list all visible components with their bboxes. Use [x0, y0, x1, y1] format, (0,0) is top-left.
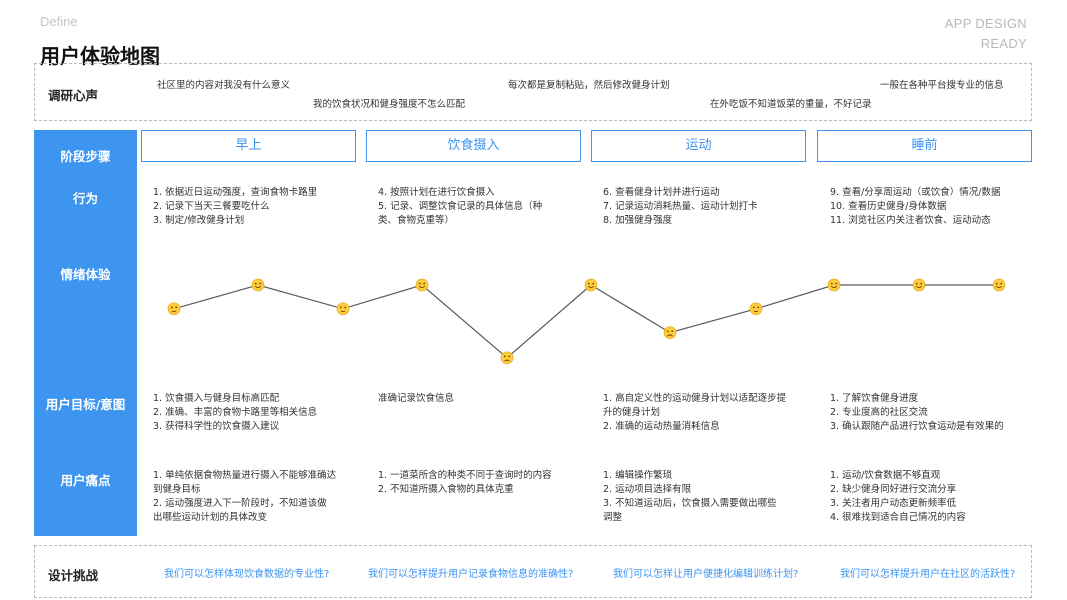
list-item: 11. 浏览社区内关注者饮食、运动动态 — [830, 215, 991, 226]
research-voice-box — [34, 63, 1032, 121]
list-item: 1. 饮食摄入与健身目标高匹配 — [153, 393, 280, 404]
list-item: 1. 运动/饮食数据不够直观 — [830, 470, 941, 481]
behavior-list-sleep: 9. 查看/分享周运动（或饮食）情况/数据 10. 查看历史健身/身体数据 11… — [830, 186, 1001, 228]
list-item: 3. 不知道运动后，饮食摄入需要做出哪些 — [603, 498, 777, 509]
voice-quote: 在外吃饭不知道饭菜的重量，不好记录 — [710, 99, 872, 110]
pain-list-diet: 1. 一道菜所含的种类不同于查询时的内容 2. 不知道所摄入食物的具体克重 — [378, 469, 552, 497]
list-item: 类、食物克重等） — [378, 215, 455, 226]
neutral-face-icon — [336, 302, 350, 316]
list-item: 5. 记录、调整饮食记录的具体信息（种 — [378, 201, 543, 212]
list-item: 2. 不知道所摄入食物的具体克重 — [378, 484, 514, 495]
behavior-list-morning: 1. 依据近日运动强度，查询食物卡路里 2. 记录下当天三餐要吃什么 3. 制定… — [153, 186, 317, 228]
stage-diet-intake: 饮食摄入 — [366, 130, 581, 162]
row-label-behavior: 行为 — [72, 191, 98, 206]
goal-list-sleep: 1. 了解饮食健身进度 2. 专业度高的社区交流 3. 确认跟随产品进行饮食运动… — [830, 392, 1004, 434]
list-item: 到健身目标 — [153, 484, 201, 495]
list-item: 1. 了解饮食健身进度 — [830, 393, 919, 404]
list-item: 9. 查看/分享周运动（或饮食）情况/数据 — [830, 187, 1001, 198]
list-item: 1. 一道菜所含的种类不同于查询时的内容 — [378, 470, 552, 481]
row-label-sidebar: 阶段步骤 行为 情绪体验 用户目标/意图 用户痛点 — [34, 130, 137, 536]
behavior-list-exercise: 6. 查看健身计划并进行运动 7. 记录运动消耗热量、运动计划打卡 8. 加强健… — [603, 186, 758, 228]
list-item: 出哪些运动计划的具体改变 — [153, 512, 268, 523]
row-label-emotion: 情绪体验 — [60, 267, 111, 282]
voice-quote: 每次都是复制粘贴，然后修改健身计划 — [508, 80, 670, 91]
row-label-goal: 用户目标/意图 — [45, 397, 126, 412]
happy-face-icon — [992, 278, 1006, 292]
challenge-question: 我们可以怎样让用户便捷化编辑训练计划? — [613, 569, 799, 580]
challenge-question: 我们可以怎样提升用户在社区的活跃性? — [840, 569, 1016, 580]
research-voice-label: 调研心声 — [48, 88, 99, 103]
list-item: 4. 很难找到适合自己情况的内容 — [830, 512, 966, 523]
stage-morning: 早上 — [141, 130, 356, 162]
happy-face-icon — [584, 278, 598, 292]
happy-face-icon — [827, 278, 841, 292]
list-item: 1. 高自定义性的运动健身计划以适配逐步提 — [603, 393, 787, 404]
sad-face-icon — [663, 326, 677, 339]
list-item: 7. 记录运动消耗热量、运动计划打卡 — [603, 201, 758, 212]
list-item: 3. 确认跟随产品进行饮食运动是有效果的 — [830, 421, 1004, 432]
design-challenge-label: 设计挑战 — [48, 568, 99, 583]
challenge-question: 我们可以怎样体现饮食数据的专业性? — [164, 569, 330, 580]
voice-quote: 一般在各种平台搜专业的信息 — [880, 80, 1004, 91]
happy-face-icon — [912, 278, 926, 292]
list-item: 2. 准确的运动热量消耗信息 — [603, 421, 720, 432]
list-item: 1. 单纯依据食物热量进行摄入不能够准确达 — [153, 470, 337, 481]
list-item: 1. 编辑操作繁琐 — [603, 470, 673, 481]
goal-list-morning: 1. 饮食摄入与健身目标高匹配 2. 准确、丰富的食物卡路里等相关信息 3. 获… — [153, 392, 317, 434]
list-item: 8. 加强健身强度 — [603, 215, 673, 226]
app-design-label: APP DESIGN READY — [945, 14, 1027, 54]
list-item: 3. 制定/修改健身计划 — [153, 215, 245, 226]
goal-list-diet: 准确记录饮食信息 — [378, 392, 454, 406]
challenge-question: 我们可以怎样提升用户记录食物信息的准确性? — [368, 569, 574, 580]
list-item: 2. 运动强度进入下一阶段时，不知道该做 — [153, 498, 327, 509]
list-item: 2. 运动项目选择有限 — [603, 484, 692, 495]
row-label-pain: 用户痛点 — [60, 473, 111, 488]
stage-exercise: 运动 — [591, 130, 806, 162]
list-item: 2. 缺少健身同好进行交流分享 — [830, 484, 957, 495]
list-item: 3. 获得科学性的饮食摄入建议 — [153, 421, 280, 432]
stage-before-sleep: 睡前 — [817, 130, 1032, 162]
pain-list-morning: 1. 单纯依据食物热量进行摄入不能够准确达 到健身目标 2. 运动强度进入下一阶… — [153, 469, 336, 525]
voice-quote: 社区里的内容对我没有什么意义 — [157, 80, 291, 91]
pain-list-exercise: 1. 编辑操作繁琐 2. 运动项目选择有限 3. 不知道运动后，饮食摄入需要做出… — [603, 469, 777, 525]
sad-face-icon — [500, 351, 514, 365]
voice-quote: 我的饮食状况和健身强度不怎么匹配 — [313, 99, 466, 110]
pain-list-sleep: 1. 运动/饮食数据不够直观 2. 缺少健身同好进行交流分享 3. 关注者用户动… — [830, 469, 966, 525]
list-item: 3. 关注者用户动态更新频率低 — [830, 498, 957, 509]
app-design-line-2: READY — [980, 36, 1027, 51]
list-item: 2. 记录下当天三餐要吃什么 — [153, 201, 270, 212]
goal-list-exercise: 1. 高自定义性的运动健身计划以适配逐步提 升的健身计划 2. 准确的运动热量消… — [603, 392, 786, 434]
list-item: 调整 — [603, 512, 623, 523]
happy-face-icon — [415, 278, 429, 292]
list-item: 升的健身计划 — [603, 407, 661, 418]
list-item: 2. 准确、丰富的食物卡路里等相关信息 — [153, 407, 318, 418]
brand-label: Define — [40, 14, 78, 29]
neutral-face-icon — [749, 302, 763, 316]
list-item: 6. 查看健身计划并进行运动 — [603, 187, 720, 198]
list-item: 准确记录饮食信息 — [378, 393, 455, 404]
list-item: 4. 按照计划在进行饮食摄入 — [378, 187, 495, 198]
neutral-face-icon — [167, 302, 181, 316]
row-label-stage: 阶段步骤 — [60, 149, 111, 164]
app-design-line-1: APP DESIGN — [944, 16, 1027, 31]
emotion-line — [173, 284, 999, 359]
emotion-curve — [167, 278, 1006, 365]
list-item: 1. 依据近日运动强度，查询食物卡路里 — [153, 187, 318, 198]
list-item: 2. 专业度高的社区交流 — [830, 407, 928, 418]
behavior-list-diet: 4. 按照计划在进行饮食摄入 5. 记录、调整饮食记录的具体信息（种 类、食物克… — [378, 186, 542, 228]
happy-face-icon — [251, 278, 265, 292]
list-item: 10. 查看历史健身/身体数据 — [830, 201, 947, 212]
